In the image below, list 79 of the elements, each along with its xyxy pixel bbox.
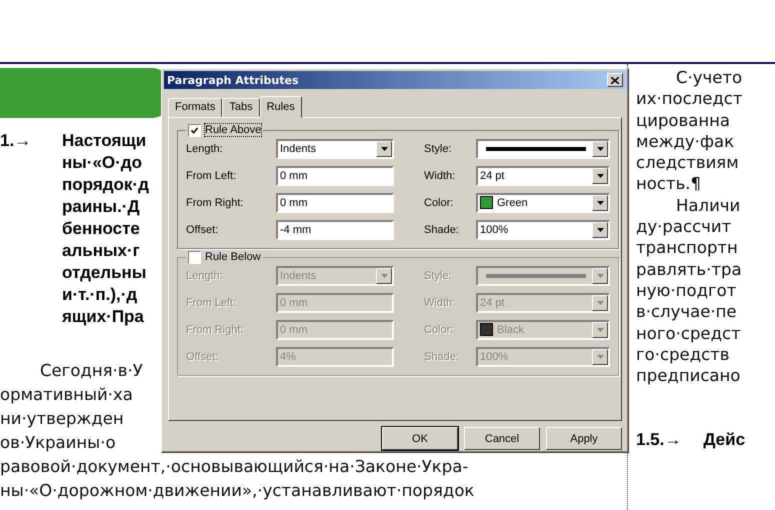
dropdown-arrow-icon — [596, 200, 604, 205]
dropdown-arrow-icon — [596, 354, 604, 359]
section-number: 1.→ — [0, 130, 32, 152]
body-text-line: ов·Украины·о — [0, 432, 116, 454]
dropdown-arrow-icon — [596, 328, 604, 332]
field-label: Color: — [424, 196, 454, 209]
dialog-button[interactable]: Apply — [546, 427, 622, 450]
tab[interactable]: Formats — [168, 98, 222, 117]
field-label: Shade: — [424, 350, 460, 363]
dropdown[interactable] — [476, 138, 610, 159]
section-number: 1.5.→ — [636, 430, 682, 450]
body-text-line: ную·подгот — [636, 280, 736, 302]
heading-text-line: ящих·Пра — [62, 306, 144, 328]
body-text-line: между·фак — [636, 130, 734, 152]
field-label: Length: — [186, 270, 224, 282]
heading-text-line: раины.·Д — [62, 196, 140, 218]
dialog-button[interactable]: OK — [382, 427, 458, 450]
field-label: Style: — [424, 142, 453, 155]
field-label: Offset: — [186, 224, 220, 236]
field-label: Color: — [424, 324, 454, 336]
body-text-line: ду·рассчит — [636, 216, 732, 238]
dropdown[interactable]: Green — [476, 192, 610, 213]
body-text-line: равлять·тра — [636, 258, 742, 280]
field-label: From Left: — [186, 170, 238, 182]
field-label: Style: — [424, 270, 453, 282]
field-label: Width: — [424, 170, 456, 182]
body-text-line: их·последст — [636, 88, 742, 110]
dropdown-arrow-icon — [596, 274, 604, 278]
heading-text-line: Настоящи — [62, 130, 146, 152]
body-text-line: ормативный·ха — [0, 384, 133, 406]
heading-text-line: альных·г — [62, 240, 140, 262]
body-text-line: ность.¶ — [636, 173, 702, 195]
field-label: Shade: — [424, 224, 460, 236]
dropdown-arrow-icon — [380, 274, 388, 278]
heading-text-line: отдельны — [62, 262, 146, 284]
close-button[interactable] — [607, 73, 623, 87]
field-label: From Right: — [186, 196, 244, 209]
field-label: Width: — [424, 296, 456, 309]
check-icon — [191, 126, 198, 134]
field-label: Length: — [186, 142, 224, 155]
dialog-button[interactable]: Cancel — [464, 427, 540, 450]
field-label: Offset: — [186, 350, 220, 363]
input-field[interactable]: -4 mm — [276, 220, 394, 240]
heading-text: Дейс — [703, 430, 746, 450]
heading-text-line: бенносте — [62, 218, 140, 240]
dropdown[interactable]: 100% — [476, 220, 610, 240]
dropdown-arrow-icon — [596, 174, 604, 178]
body-text-line: Сегодня·в·У — [40, 360, 143, 382]
body-text-line: следствиям — [636, 152, 739, 174]
heading-text-line: ны·«О·до — [62, 152, 142, 174]
checkbox-label[interactable]: Rule Above — [205, 124, 262, 136]
body-text-line: С·учето — [676, 67, 742, 88]
tab[interactable]: Rules — [260, 96, 302, 118]
body-text-line: Наличи — [676, 194, 740, 216]
dialog-title: Paragraph Attributes — [167, 74, 298, 86]
input-field[interactable]: 0 mm — [276, 192, 394, 213]
body-text-line: предписано — [636, 365, 740, 386]
body-text-line: равовой·документ,·основывающийся·на·Законе·Укра- — [0, 456, 468, 478]
checkbox[interactable] — [188, 124, 201, 137]
body-text-line: в·случае·пе — [636, 301, 737, 323]
tab[interactable]: Tabs — [222, 98, 260, 117]
body-text-line: ни·утвержден — [0, 408, 124, 430]
close-icon — [611, 76, 619, 84]
dropdown-arrow-icon — [596, 228, 604, 232]
dropdown[interactable]: 24 pt — [476, 166, 610, 186]
body-text-line: ного·средст — [636, 322, 741, 344]
dropdown-arrow-icon — [596, 300, 604, 305]
heading-text-line: и·т.·п.),·д — [62, 284, 138, 306]
body-text-line: цированна — [636, 110, 730, 131]
dropdown-arrow-icon — [596, 146, 604, 151]
heading-text-line: порядок·д — [62, 174, 149, 196]
input-field[interactable]: 0 mm — [276, 166, 394, 186]
field-label: From Left: — [186, 296, 238, 309]
field-label: From Right: — [186, 324, 244, 336]
dropdown-arrow-icon — [380, 146, 388, 151]
body-text-line: транспортн — [636, 237, 738, 259]
dropdown[interactable]: Indents — [276, 138, 394, 159]
body-text-line: го·средств — [636, 344, 730, 366]
body-text-line: ны·«О·дорожном·движении»,·устанавливают·порядок — [0, 480, 474, 502]
